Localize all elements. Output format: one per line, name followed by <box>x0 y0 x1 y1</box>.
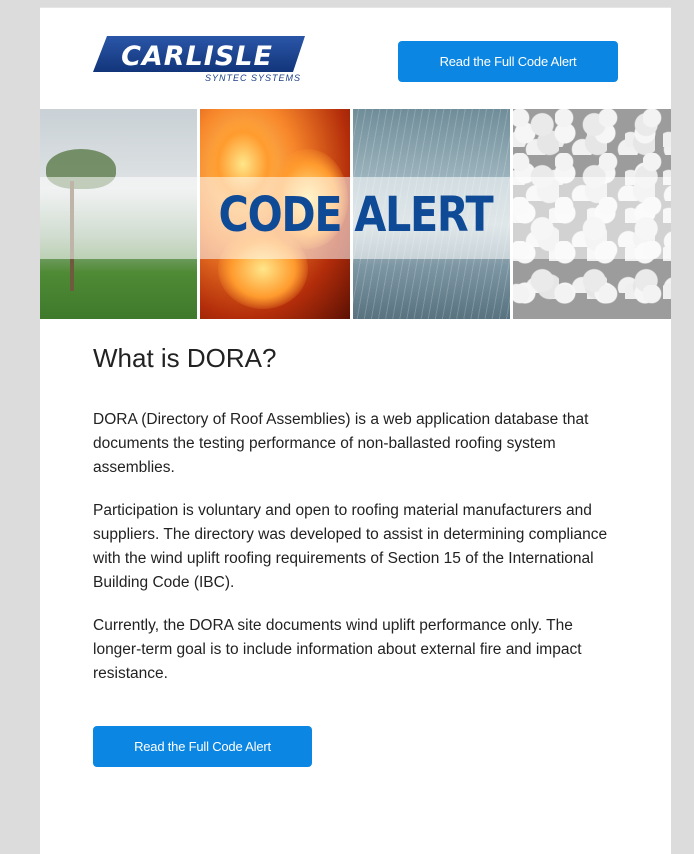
article-paragraph: Participation is voluntary and open to r… <box>93 502 608 591</box>
page-background: CARLISLE SYNTEC SYSTEMS Read the Full Co… <box>0 0 694 854</box>
logo-subtitle: SYNTEC SYSTEMS <box>205 73 302 83</box>
article-paragraph: DORA (Directory of Roof Assemblies) is a… <box>93 411 589 476</box>
email-container: CARLISLE SYNTEC SYSTEMS Read the Full Co… <box>40 7 671 854</box>
carlisle-wordmark: CARLISLE <box>93 36 305 72</box>
logo-text: CARLISLE <box>121 41 273 72</box>
hero-banner: CODE ALERT <box>40 109 671 319</box>
read-full-code-alert-button-bottom[interactable]: Read the Full Code Alert <box>93 726 312 767</box>
article-paragraph: Currently, the DORA site documents wind … <box>93 617 582 682</box>
carlisle-logo[interactable]: CARLISLE SYNTEC SYSTEMS <box>93 34 305 88</box>
hero-title: CODE ALERT <box>218 187 494 243</box>
article-heading: What is DORA? <box>93 343 277 373</box>
read-full-code-alert-button-top[interactable]: Read the Full Code Alert <box>398 41 618 82</box>
